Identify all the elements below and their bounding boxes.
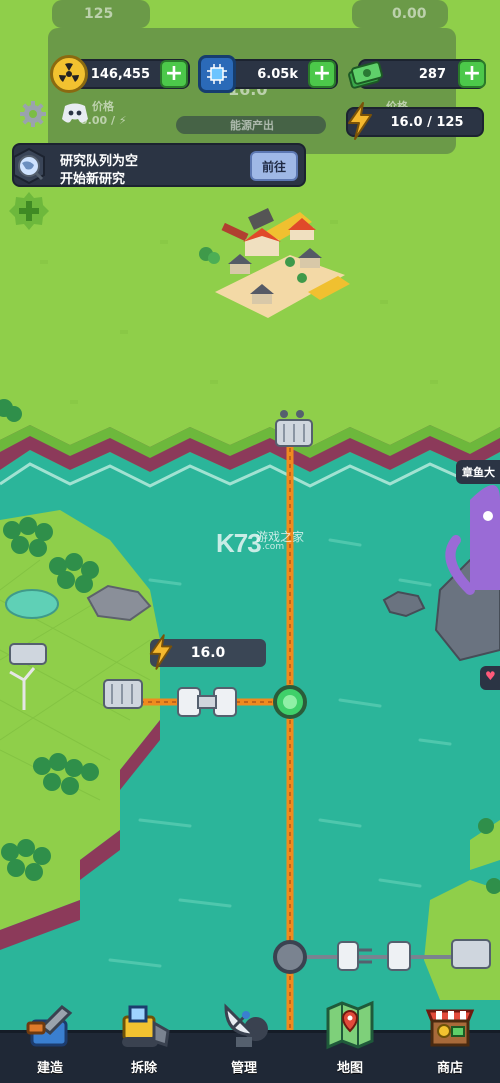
right-side-tab[interactable]: ♥ (480, 666, 500, 690)
ghost-output-label: 能源产出 (230, 119, 274, 132)
satellite-icon (216, 997, 272, 1053)
research-status: 研究队列为空 (60, 154, 139, 169)
research-hint: 开始新研究 (60, 172, 126, 187)
nav-manage[interactable]: 管理 (204, 997, 284, 1083)
add-icon[interactable] (8, 190, 50, 232)
add-cash-button[interactable]: + (458, 60, 486, 88)
add-chip-button[interactable]: + (308, 60, 336, 88)
nav-map[interactable]: 地图 (310, 997, 390, 1083)
nav-demolish[interactable]: 拆除 (104, 997, 184, 1083)
watermark-brand: K73 (216, 528, 262, 558)
add-nuclear-button[interactable]: + (160, 60, 188, 88)
ghost-right-value: 0.00 (392, 6, 427, 22)
nav-manage-label: 管理 (230, 1061, 257, 1076)
nav-demolish-label: 拆除 (130, 1061, 157, 1076)
bottom-nav: 建造 拆除 管理 地图 商店 (0, 1000, 500, 1083)
watermark-url: .com (262, 542, 285, 552)
gear-icon[interactable] (18, 99, 48, 129)
inactive-node[interactable] (273, 940, 307, 974)
map-icon (322, 997, 378, 1053)
globe-icon (10, 147, 48, 185)
transformer-right[interactable] (451, 939, 491, 969)
chip-value: 6.05k (257, 66, 298, 82)
nav-shop[interactable]: 商店 (410, 997, 490, 1083)
octopus-tag[interactable]: 章鱼大 (456, 460, 500, 484)
transformer-left[interactable] (103, 679, 143, 709)
power-node-value: 16.0 (190, 645, 226, 661)
nav-build-label: 建造 (36, 1061, 63, 1076)
node-lightning-icon (146, 632, 176, 672)
radiation-icon (50, 55, 88, 93)
bulldozer-icon (116, 997, 172, 1053)
nuclear-value: 146,455 (90, 66, 150, 82)
go-research-button[interactable]: 前往 (250, 151, 298, 181)
ghost-price-label-left: 价格 (92, 100, 114, 113)
watermark: K73 游戏之家 .com (216, 528, 304, 559)
cash-icon (346, 55, 384, 93)
game-view: 125 0.00 价格 价格 0.00 / ⚡ 16.0 能源产出 146,45… (0, 0, 500, 1083)
energy-value: 16.0 / 125 (390, 114, 464, 130)
research-queue-card[interactable]: 研究队列为空 开始新研究 前往 (12, 143, 306, 187)
nav-shop-label: 商店 (436, 1061, 463, 1076)
lightning-icon (344, 100, 376, 142)
nav-map-label: 地图 (336, 1061, 363, 1076)
discord-icon[interactable] (60, 100, 90, 126)
heart-icon: ♥ (485, 669, 496, 683)
ghost-left-value: 125 (84, 6, 114, 22)
build-icon (22, 997, 78, 1053)
chip-icon (198, 55, 236, 93)
nav-build[interactable]: 建造 (10, 997, 90, 1083)
shop-icon (422, 997, 478, 1053)
cash-value: 287 (418, 66, 446, 82)
